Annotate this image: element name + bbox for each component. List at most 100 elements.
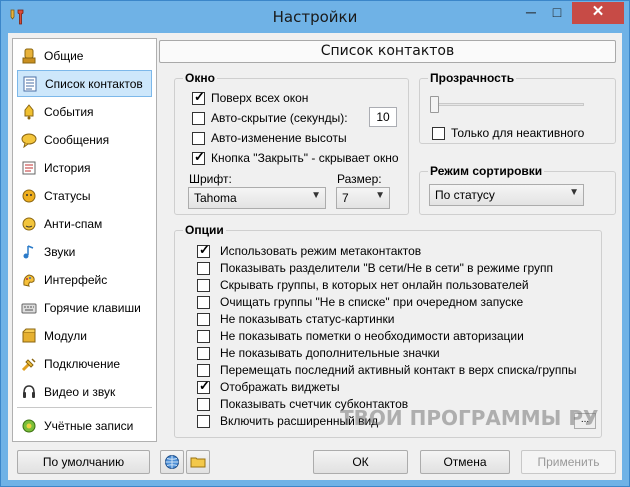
close-hides-checkbox[interactable]: ✓ (192, 149, 205, 165)
sidebar-item-interface[interactable]: Интерфейс (17, 266, 152, 293)
option-row[interactable]: Не показывать пометки о необходимости ав… (197, 328, 524, 344)
font-label: Шрифт: (189, 172, 232, 186)
option-row[interactable]: Перемещать последний активный контакт в … (197, 362, 577, 378)
connection-icon (21, 356, 37, 372)
option-checkbox[interactable]: ✓ (197, 378, 210, 394)
sidebar-item-connection[interactable]: Подключение (17, 350, 152, 377)
size-select-value: 7 (342, 191, 349, 205)
option-label: Авто-скрытие (секунды): (211, 111, 348, 125)
sidebar-item-events[interactable]: События (17, 98, 152, 125)
always-on-top-option[interactable]: ✓ Поверх всех окон (192, 89, 308, 106)
sidebar-item-accounts[interactable]: Учётные записи (17, 412, 152, 439)
sidebar-item-video-audio[interactable]: Видео и звук (17, 378, 152, 405)
option-checkbox[interactable]: ✓ (197, 242, 210, 258)
sidebar-item-hotkeys[interactable]: Горячие клавиши (17, 294, 152, 321)
page-title: Список контактов (159, 40, 616, 63)
watermark-text: ТВОИ ПРОГРАММЫ РУ (340, 406, 599, 430)
cancel-button[interactable]: Отмена (420, 450, 510, 474)
sidebar-item-label: Звуки (44, 244, 76, 259)
sidebar-item-label: Учётные записи (44, 418, 134, 433)
option-checkbox[interactable] (197, 329, 210, 343)
sidebar-item-label: Список контактов (45, 76, 143, 91)
close-button[interactable]: ✕ (572, 2, 624, 24)
sort-mode-value: По статусу (435, 188, 495, 202)
sidebar-item-label: Анти-спам (44, 216, 103, 231)
open-folder-button[interactable] (186, 450, 210, 474)
option-label: Только для неактивного (451, 126, 585, 140)
option-row[interactable]: Не показывать дополнительные значки (197, 345, 440, 361)
sidebar-item-label: Видео и звук (44, 384, 116, 399)
video-audio-icon (21, 384, 37, 400)
chevron-down-icon: ▼ (375, 190, 385, 201)
group-label: Окно (183, 71, 217, 85)
size-select[interactable]: 7 ▼ (336, 187, 390, 209)
sidebar-item-modules[interactable]: Модули (17, 322, 152, 349)
autohide-checkbox[interactable] (192, 111, 205, 125)
transparency-slider-track[interactable] (430, 103, 584, 106)
option-label: Показывать разделители "В сети/Не в сети… (220, 261, 553, 275)
statuses-icon (21, 188, 37, 204)
option-checkbox[interactable] (197, 261, 210, 275)
option-checkbox[interactable] (197, 397, 210, 411)
option-label: Перемещать последний активный контакт в … (220, 363, 577, 377)
sidebar-item-label: Общие (44, 48, 84, 63)
apply-button[interactable]: Применить (521, 450, 616, 474)
events-icon (21, 103, 37, 120)
sidebar-item-statuses[interactable]: Статусы (17, 182, 152, 209)
sidebar-divider (17, 407, 152, 408)
sidebar-item-label: События (44, 104, 94, 119)
group-label: Прозрачность (428, 71, 517, 85)
sidebar-item-antispam[interactable]: Анти-спам (17, 210, 152, 237)
option-row[interactable]: Не показывать статус-картинки (197, 311, 394, 327)
option-checkbox[interactable] (197, 414, 210, 428)
folder-icon (190, 457, 206, 468)
option-row[interactable]: ✓ Использовать режим метаконтактов (197, 242, 422, 259)
sidebar-item-label: Горячие клавиши (44, 300, 141, 315)
option-label: Использовать режим метаконтактов (220, 244, 422, 258)
option-checkbox[interactable] (197, 295, 210, 309)
history-icon (21, 160, 37, 176)
general-icon (21, 48, 37, 64)
autohide-seconds-input[interactable]: 10 (369, 107, 397, 127)
interface-icon (21, 272, 37, 288)
sidebar-item-label: Интерфейс (44, 272, 108, 287)
option-checkbox[interactable] (197, 363, 210, 377)
ok-button[interactable]: ОК (313, 450, 408, 474)
font-select[interactable]: Tahoma ▼ (188, 187, 326, 209)
globe-settings-icon (165, 455, 179, 469)
transparency-slider-thumb[interactable] (430, 96, 439, 113)
sidebar-item-history[interactable]: История (17, 154, 152, 181)
option-checkbox[interactable] (197, 312, 210, 326)
always-on-top-checkbox[interactable]: ✓ (192, 89, 205, 105)
option-checkbox[interactable] (197, 278, 210, 292)
messages-icon (21, 132, 37, 148)
font-select-value: Tahoma (194, 191, 237, 205)
sidebar-item-sounds[interactable]: Звуки (17, 238, 152, 265)
auto-resize-checkbox[interactable] (192, 131, 205, 145)
option-row[interactable]: Показывать разделители "В сети/Не в сети… (197, 260, 553, 276)
maximize-button[interactable]: □ (544, 2, 570, 24)
inactive-only-option[interactable]: Только для неактивного (432, 125, 584, 141)
antispam-icon (21, 216, 37, 232)
sidebar-item-label: Подключение (44, 356, 121, 371)
sidebar-item-contact-list[interactable]: Список контактов (17, 70, 152, 97)
global-settings-button[interactable] (160, 450, 184, 474)
option-row[interactable]: Очищать группы "Не в списке" при очередн… (197, 294, 523, 310)
option-label: Не показывать статус-картинки (220, 312, 395, 326)
option-row[interactable]: Скрывать группы, в которых нет онлайн по… (197, 277, 529, 293)
option-row[interactable]: ✓ Отображать виджеты (197, 378, 340, 395)
sort-mode-select[interactable]: По статусу ▼ (429, 184, 584, 206)
inactive-only-checkbox[interactable] (432, 126, 445, 140)
option-label: Не показывать пометки о необходимости ав… (220, 329, 524, 343)
chevron-down-icon: ▼ (569, 187, 579, 198)
defaults-button[interactable]: По умолчанию (17, 450, 150, 474)
contact-list-icon (22, 76, 38, 92)
minimize-button[interactable]: ─ (518, 2, 544, 24)
autohide-option[interactable]: Авто-скрытие (секунды): (192, 110, 348, 126)
close-hides-option[interactable]: ✓ Кнопка "Закрыть" - скрывает окно (192, 149, 399, 166)
sidebar-item-messages[interactable]: Сообщения (17, 126, 152, 153)
sidebar-item-general[interactable]: Общие (17, 42, 152, 69)
option-checkbox[interactable] (197, 346, 210, 360)
group-label: Режим сортировки (428, 164, 545, 178)
auto-resize-option[interactable]: Авто-изменение высоты (192, 130, 347, 146)
